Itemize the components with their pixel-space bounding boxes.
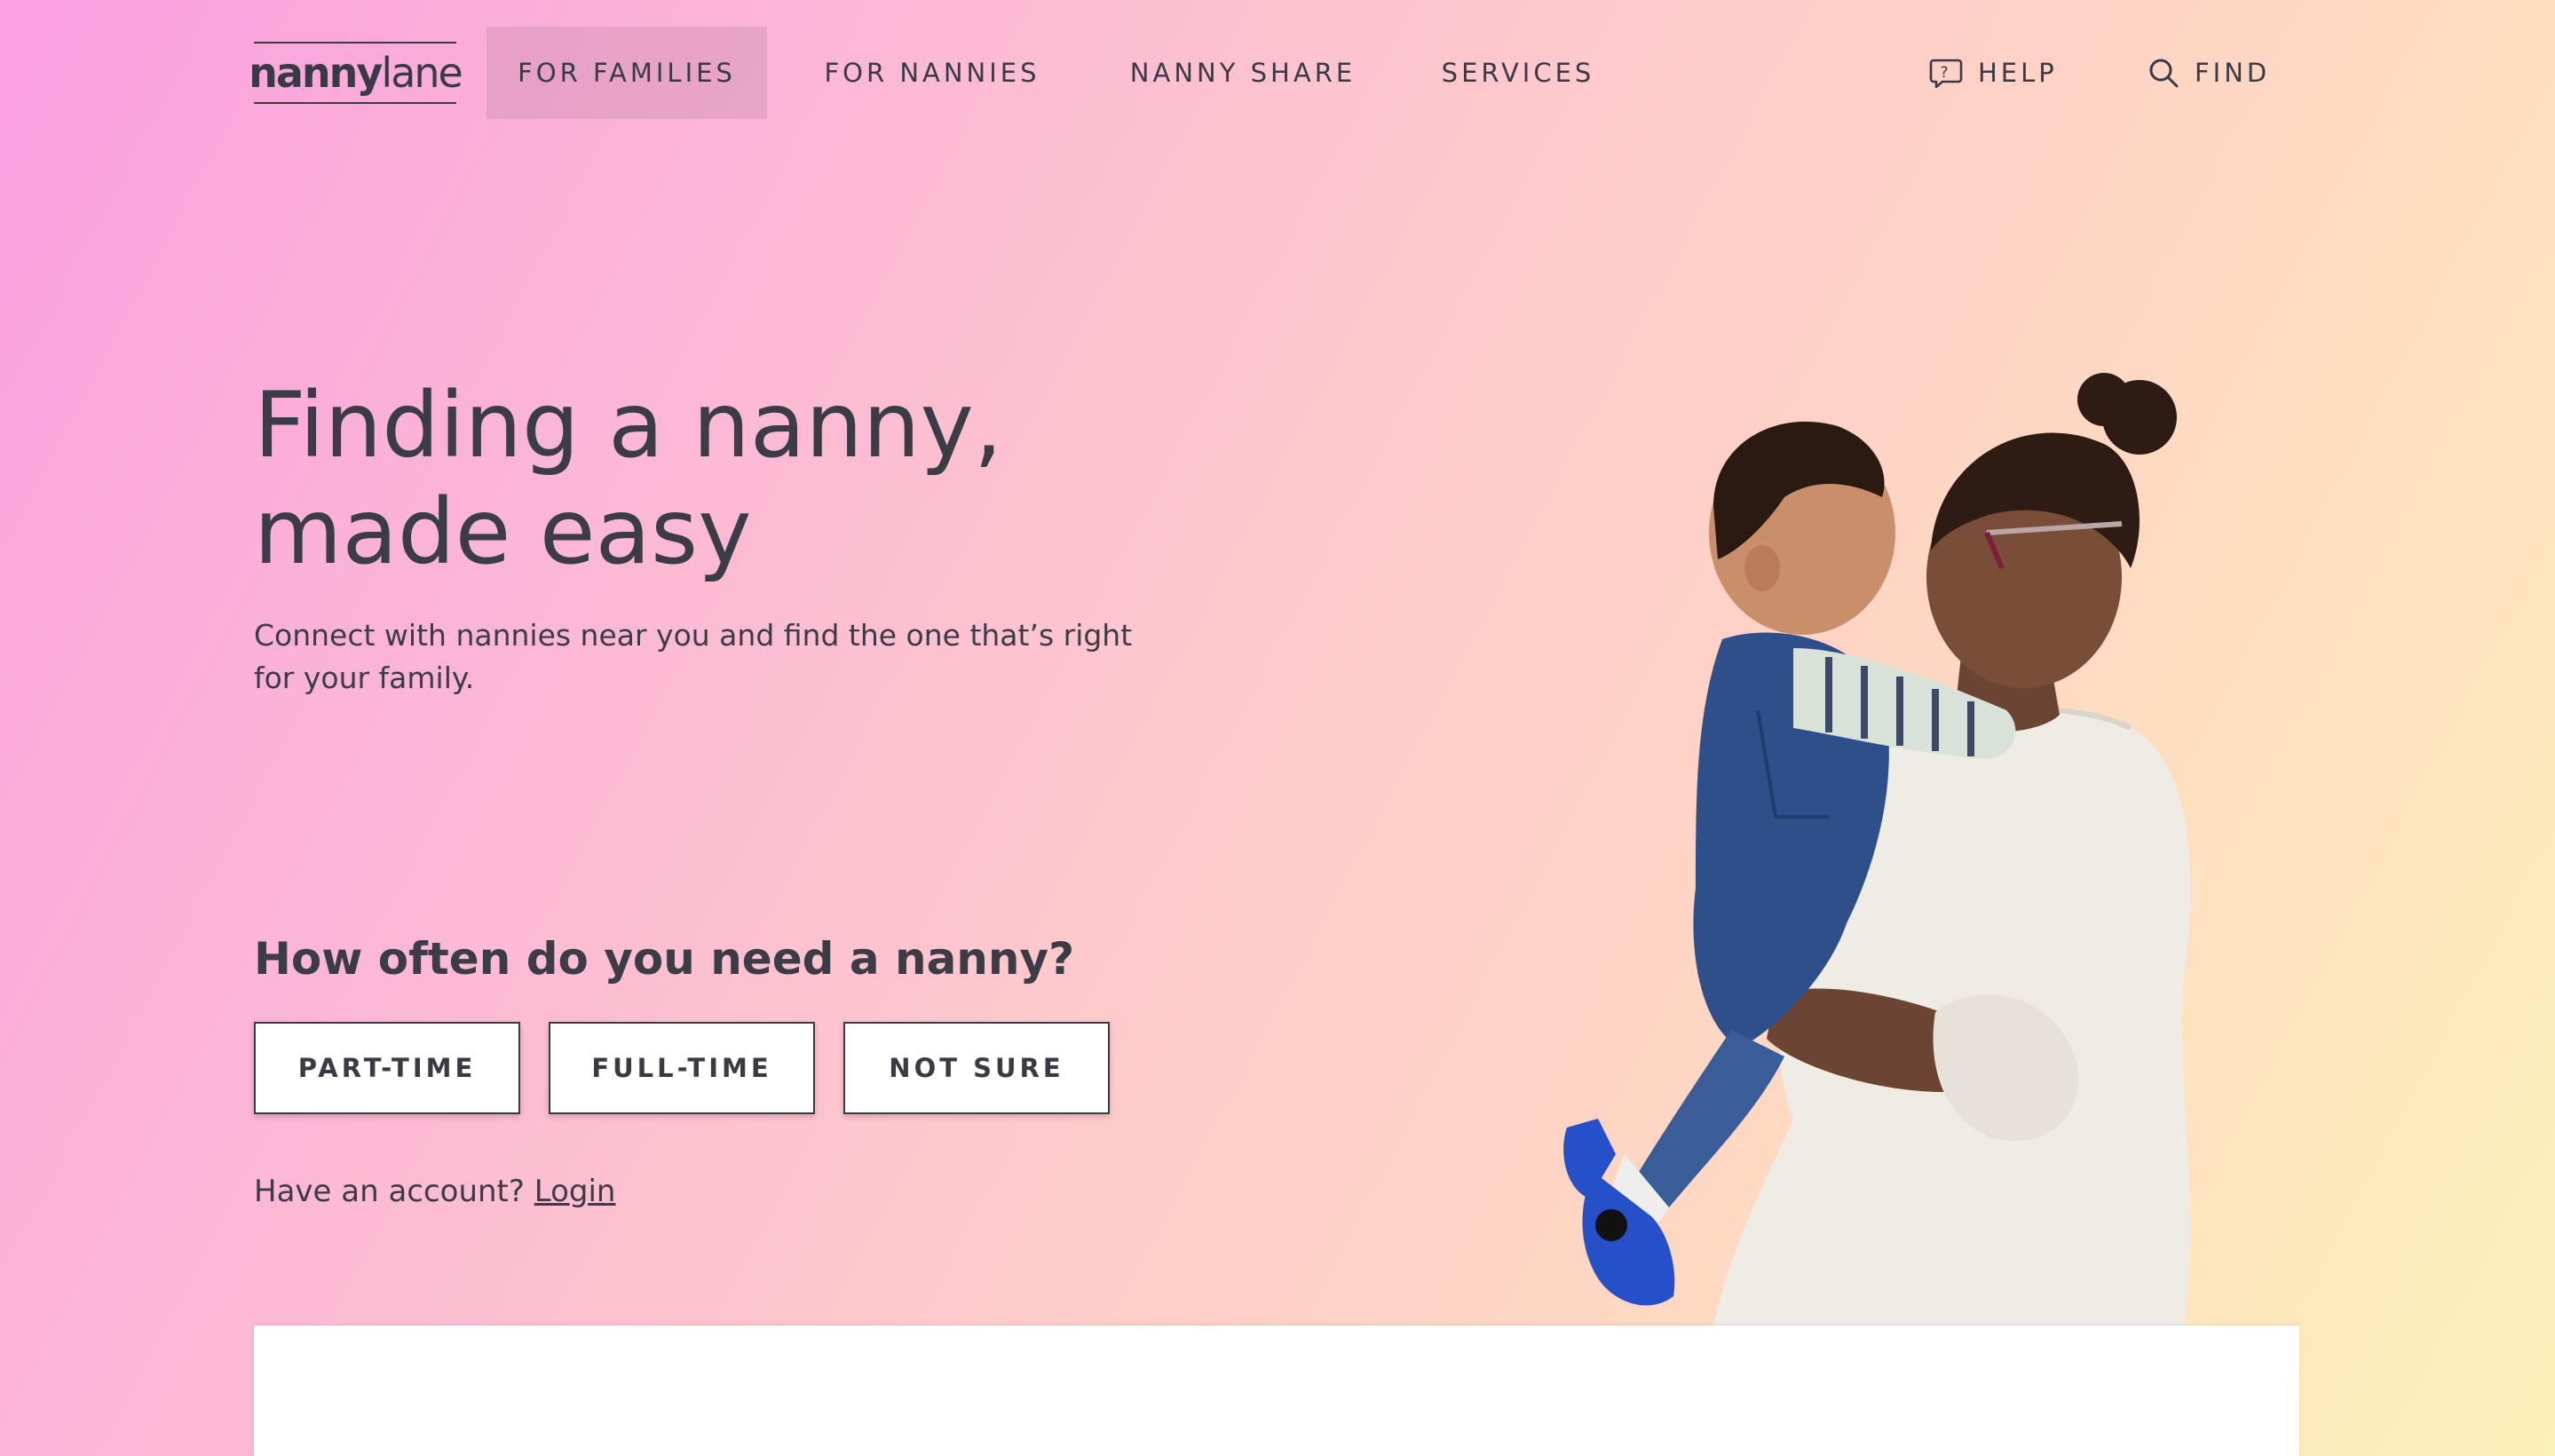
- nav-for-families[interactable]: FOR FAMILIES: [486, 27, 767, 119]
- not-sure-button[interactable]: NOT SURE: [843, 1022, 1110, 1114]
- hero-photo-mother-and-child: [1562, 355, 2326, 1326]
- hero-subtitle: Connect with nannies near you and find t…: [254, 614, 1142, 700]
- help-link[interactable]: ? HELP: [1928, 48, 2058, 98]
- find-label: FIND: [2195, 58, 2271, 88]
- top-navigation: nanny lane FOR FAMILIES FOR NANNIES NANNY…: [0, 0, 2555, 144]
- help-label: HELP: [1978, 58, 2058, 88]
- search-icon: [2147, 56, 2180, 90]
- hero-subtitle-line-2: for your family.: [254, 661, 475, 695]
- hero-title: Finding a nanny, made easy: [254, 373, 1142, 586]
- login-link[interactable]: Login: [534, 1174, 616, 1209]
- content-card: [254, 1325, 2299, 1456]
- nav-services[interactable]: SERVICES: [1431, 27, 1605, 119]
- nav-nanny-share[interactable]: NANNY SHARE: [1110, 27, 1376, 119]
- part-time-button[interactable]: PART-TIME: [254, 1022, 520, 1114]
- nannylane-logo[interactable]: nanny lane: [249, 42, 463, 104]
- hero-subtitle-line-1: Connect with nannies near you and find t…: [254, 618, 1133, 653]
- svg-text:?: ?: [1940, 64, 1951, 82]
- help-bubble-icon: ?: [1928, 55, 1964, 91]
- hero-title-line-2: made easy: [254, 479, 752, 585]
- account-prompt-text: Have an account?: [254, 1174, 525, 1209]
- nav-for-nannies[interactable]: FOR NANNIES: [803, 27, 1061, 119]
- frequency-question: How often do you need a nanny?: [254, 933, 1075, 985]
- logo-text-light: lane: [381, 49, 463, 97]
- logo-text-bold: nanny: [249, 49, 383, 97]
- account-prompt: Have an account? Login: [254, 1167, 615, 1216]
- find-link[interactable]: FIND: [2147, 48, 2270, 98]
- hero-title-line-1: Finding a nanny,: [254, 373, 1003, 479]
- full-time-button[interactable]: FULL-TIME: [549, 1022, 815, 1114]
